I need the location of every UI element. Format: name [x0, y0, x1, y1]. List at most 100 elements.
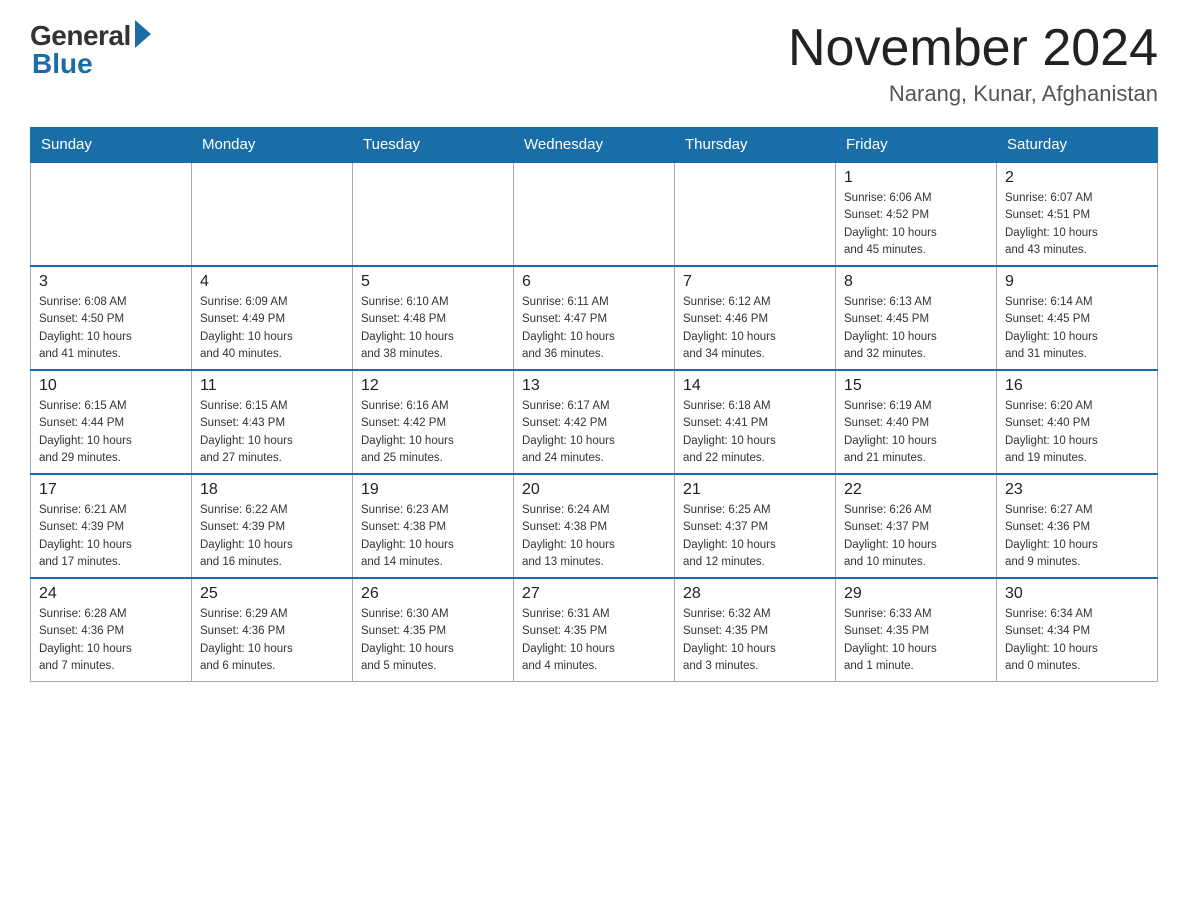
- calendar-week-row: 3 Sunrise: 6:08 AM Sunset: 4:50 PM Daylig…: [31, 266, 1158, 370]
- calendar-cell: 11 Sunrise: 6:15 AM Sunset: 4:43 PM Dayli…: [192, 370, 353, 474]
- day-info: Sunrise: 6:15 AM Sunset: 4:44 PM Dayligh…: [39, 398, 183, 467]
- calendar-cell: 9Sunrise: 6:14 AM Sunset: 4:45 PM Daylig…: [997, 266, 1158, 370]
- day-info: Sunrise: 6:23 AM Sunset: 4:38 PM Dayligh…: [361, 502, 505, 571]
- calendar-day-header: Wednesday: [514, 128, 675, 163]
- logo-blue-text: Blue: [32, 48, 93, 80]
- calendar-cell: 15 Sunrise: 6:19 AM Sunset: 4:40 PM Dayli…: [836, 370, 997, 474]
- calendar-week-row: 24 Sunrise: 6:28 AM Sunset: 4:36 PM Dayli…: [31, 578, 1158, 682]
- calendar-cell: 20 Sunrise: 6:24 AM Sunset: 4:38 PM Dayli…: [514, 474, 675, 578]
- day-number: 26: [361, 585, 505, 603]
- day-number: 19: [361, 481, 505, 499]
- day-number: 2: [1005, 169, 1149, 187]
- calendar-day-header: Monday: [192, 128, 353, 163]
- day-number: 4: [200, 273, 344, 291]
- day-info: Sunrise: 6:20 AM Sunset: 4:40 PM Dayligh…: [1005, 398, 1149, 467]
- calendar-cell: 12 Sunrise: 6:16 AM Sunset: 4:42 PM Dayli…: [353, 370, 514, 474]
- day-info: Sunrise: 6:18 AM Sunset: 4:41 PM Dayligh…: [683, 398, 827, 467]
- day-info: Sunrise: 6:07 AM Sunset: 4:51 PM Dayligh…: [1005, 190, 1149, 259]
- calendar-day-header: Friday: [836, 128, 997, 163]
- day-info: Sunrise: 6:12 AM Sunset: 4:46 PM Dayligh…: [683, 294, 827, 363]
- calendar-cell: [31, 162, 192, 266]
- calendar-cell: 26 Sunrise: 6:30 AM Sunset: 4:35 PM Dayli…: [353, 578, 514, 682]
- day-number: 20: [522, 481, 666, 499]
- calendar-cell: 2 Sunrise: 6:07 AM Sunset: 4:51 PM Daylig…: [997, 162, 1158, 266]
- day-number: 15: [844, 377, 988, 395]
- page-header: General Blue November 2024 Narang, Kunar…: [30, 20, 1158, 107]
- day-number: 12: [361, 377, 505, 395]
- calendar-cell: 28Sunrise: 6:32 AM Sunset: 4:35 PM Dayli…: [675, 578, 836, 682]
- day-number: 11: [200, 377, 344, 395]
- day-number: 8: [844, 273, 988, 291]
- calendar-cell: [192, 162, 353, 266]
- calendar-cell: 14 Sunrise: 6:18 AM Sunset: 4:41 PM Dayli…: [675, 370, 836, 474]
- day-info: Sunrise: 6:29 AM Sunset: 4:36 PM Dayligh…: [200, 606, 344, 675]
- calendar-cell: 17 Sunrise: 6:21 AM Sunset: 4:39 PM Dayli…: [31, 474, 192, 578]
- calendar-cell: 29 Sunrise: 6:33 AM Sunset: 4:35 PM Dayli…: [836, 578, 997, 682]
- day-info: Sunrise: 6:15 AM Sunset: 4:43 PM Dayligh…: [200, 398, 344, 467]
- day-number: 25: [200, 585, 344, 603]
- calendar-cell: 21Sunrise: 6:25 AM Sunset: 4:37 PM Dayli…: [675, 474, 836, 578]
- day-info: Sunrise: 6:17 AM Sunset: 4:42 PM Dayligh…: [522, 398, 666, 467]
- calendar-cell: 10 Sunrise: 6:15 AM Sunset: 4:44 PM Dayli…: [31, 370, 192, 474]
- calendar-day-header: Saturday: [997, 128, 1158, 163]
- logo: General Blue: [30, 20, 151, 80]
- calendar-day-header: Thursday: [675, 128, 836, 163]
- calendar-week-row: 17 Sunrise: 6:21 AM Sunset: 4:39 PM Dayli…: [31, 474, 1158, 578]
- day-number: 7: [683, 273, 827, 291]
- calendar-week-row: 1 Sunrise: 6:06 AM Sunset: 4:52 PM Daylig…: [31, 162, 1158, 266]
- calendar-cell: 23 Sunrise: 6:27 AM Sunset: 4:36 PM Dayli…: [997, 474, 1158, 578]
- day-number: 24: [39, 585, 183, 603]
- calendar-cell: 27Sunrise: 6:31 AM Sunset: 4:35 PM Dayli…: [514, 578, 675, 682]
- calendar-cell: 18 Sunrise: 6:22 AM Sunset: 4:39 PM Dayli…: [192, 474, 353, 578]
- day-number: 16: [1005, 377, 1149, 395]
- calendar-table: SundayMondayTuesdayWednesdayThursdayFrid…: [30, 127, 1158, 682]
- calendar-cell: 19 Sunrise: 6:23 AM Sunset: 4:38 PM Dayli…: [353, 474, 514, 578]
- day-number: 27: [522, 585, 666, 603]
- day-number: 9: [1005, 273, 1149, 291]
- calendar-cell: 7 Sunrise: 6:12 AM Sunset: 4:46 PM Daylig…: [675, 266, 836, 370]
- calendar-cell: 4 Sunrise: 6:09 AM Sunset: 4:49 PM Daylig…: [192, 266, 353, 370]
- day-number: 14: [683, 377, 827, 395]
- day-info: Sunrise: 6:33 AM Sunset: 4:35 PM Dayligh…: [844, 606, 988, 675]
- day-info: Sunrise: 6:25 AM Sunset: 4:37 PM Dayligh…: [683, 502, 827, 571]
- day-number: 23: [1005, 481, 1149, 499]
- calendar-cell: 30 Sunrise: 6:34 AM Sunset: 4:34 PM Dayli…: [997, 578, 1158, 682]
- day-info: Sunrise: 6:09 AM Sunset: 4:49 PM Dayligh…: [200, 294, 344, 363]
- month-title: November 2024: [788, 20, 1158, 77]
- calendar-cell: 5Sunrise: 6:10 AM Sunset: 4:48 PM Daylig…: [353, 266, 514, 370]
- calendar-header-row: SundayMondayTuesdayWednesdayThursdayFrid…: [31, 128, 1158, 163]
- day-info: Sunrise: 6:11 AM Sunset: 4:47 PM Dayligh…: [522, 294, 666, 363]
- day-info: Sunrise: 6:16 AM Sunset: 4:42 PM Dayligh…: [361, 398, 505, 467]
- day-info: Sunrise: 6:22 AM Sunset: 4:39 PM Dayligh…: [200, 502, 344, 571]
- day-info: Sunrise: 6:30 AM Sunset: 4:35 PM Dayligh…: [361, 606, 505, 675]
- day-number: 30: [1005, 585, 1149, 603]
- day-info: Sunrise: 6:34 AM Sunset: 4:34 PM Dayligh…: [1005, 606, 1149, 675]
- day-info: Sunrise: 6:24 AM Sunset: 4:38 PM Dayligh…: [522, 502, 666, 571]
- day-number: 10: [39, 377, 183, 395]
- calendar-week-row: 10 Sunrise: 6:15 AM Sunset: 4:44 PM Dayli…: [31, 370, 1158, 474]
- calendar-cell: 8 Sunrise: 6:13 AM Sunset: 4:45 PM Daylig…: [836, 266, 997, 370]
- title-block: November 2024 Narang, Kunar, Afghanistan: [788, 20, 1158, 107]
- calendar-cell: [514, 162, 675, 266]
- day-number: 3: [39, 273, 183, 291]
- day-number: 29: [844, 585, 988, 603]
- day-info: Sunrise: 6:06 AM Sunset: 4:52 PM Dayligh…: [844, 190, 988, 259]
- day-number: 22: [844, 481, 988, 499]
- day-info: Sunrise: 6:21 AM Sunset: 4:39 PM Dayligh…: [39, 502, 183, 571]
- calendar-cell: 25 Sunrise: 6:29 AM Sunset: 4:36 PM Dayli…: [192, 578, 353, 682]
- calendar-cell: [675, 162, 836, 266]
- calendar-cell: 22 Sunrise: 6:26 AM Sunset: 4:37 PM Dayli…: [836, 474, 997, 578]
- day-number: 17: [39, 481, 183, 499]
- calendar-cell: 6Sunrise: 6:11 AM Sunset: 4:47 PM Daylig…: [514, 266, 675, 370]
- day-info: Sunrise: 6:08 AM Sunset: 4:50 PM Dayligh…: [39, 294, 183, 363]
- day-info: Sunrise: 6:28 AM Sunset: 4:36 PM Dayligh…: [39, 606, 183, 675]
- day-info: Sunrise: 6:10 AM Sunset: 4:48 PM Dayligh…: [361, 294, 505, 363]
- calendar-cell: 1 Sunrise: 6:06 AM Sunset: 4:52 PM Daylig…: [836, 162, 997, 266]
- day-number: 28: [683, 585, 827, 603]
- day-number: 18: [200, 481, 344, 499]
- day-number: 1: [844, 169, 988, 187]
- day-info: Sunrise: 6:13 AM Sunset: 4:45 PM Dayligh…: [844, 294, 988, 363]
- day-info: Sunrise: 6:26 AM Sunset: 4:37 PM Dayligh…: [844, 502, 988, 571]
- day-info: Sunrise: 6:27 AM Sunset: 4:36 PM Dayligh…: [1005, 502, 1149, 571]
- day-info: Sunrise: 6:19 AM Sunset: 4:40 PM Dayligh…: [844, 398, 988, 467]
